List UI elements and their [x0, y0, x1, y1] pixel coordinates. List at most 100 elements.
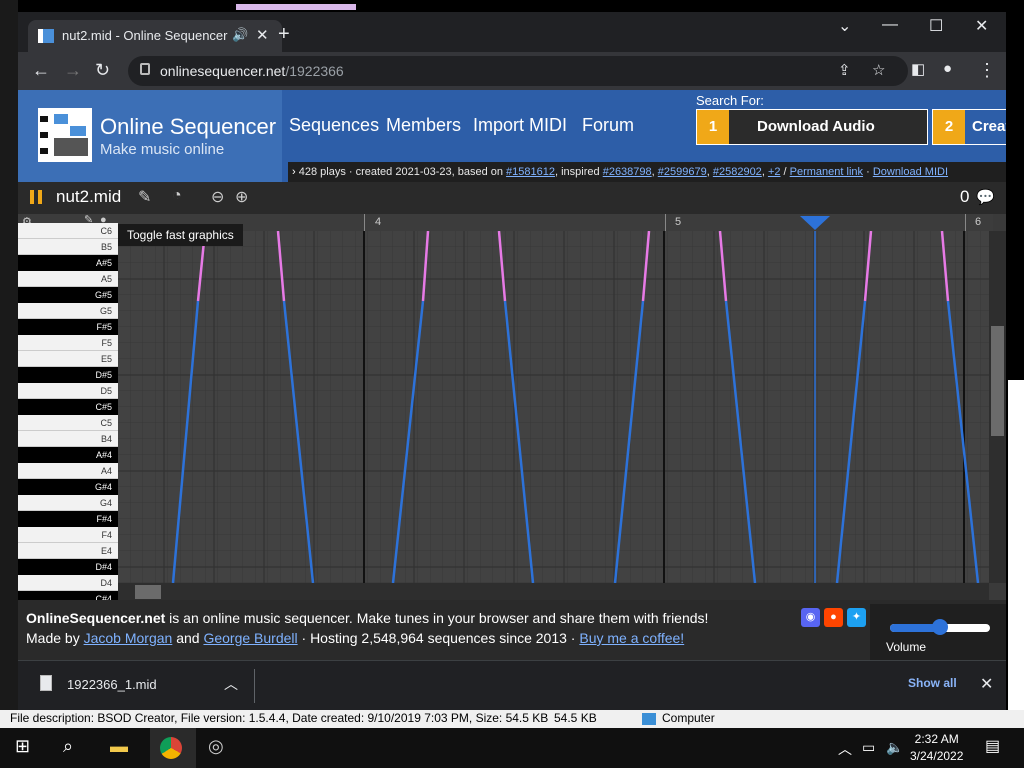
download-filename[interactable]: 1922366_1.mid	[67, 677, 157, 692]
file-description: File description: BSOD Creator, File ver…	[10, 711, 549, 725]
based-on-link[interactable]: #1581612	[506, 166, 555, 178]
nav-members[interactable]: Members	[386, 115, 461, 136]
piano-key[interactable]: G5	[18, 303, 118, 319]
inspired-link-3[interactable]: #2582902	[713, 166, 762, 178]
nav-import-midi[interactable]: Import MIDI	[473, 115, 567, 136]
side-panel-icon[interactable]: ◧	[911, 60, 925, 78]
vertical-scrollbar[interactable]	[989, 231, 1006, 583]
notes-canvas	[118, 231, 989, 583]
zoom-in-icon[interactable]: ⊕	[235, 187, 248, 207]
bookmark-star-icon[interactable]: ☆	[872, 61, 885, 79]
network-icon[interactable]: ▭	[862, 739, 875, 756]
piano-key[interactable]: C6	[18, 223, 118, 239]
zoom-out-icon[interactable]: ⊖	[211, 187, 224, 207]
close-shelf-icon[interactable]: ✕	[980, 674, 993, 694]
twitter-icon[interactable]: ✦	[847, 608, 866, 627]
piano-key[interactable]: B5	[18, 239, 118, 255]
computer-icon	[642, 713, 656, 725]
piano-key[interactable]: D4	[18, 575, 118, 591]
maximize-button[interactable]: ☐	[929, 16, 943, 36]
forward-button[interactable]: →	[64, 60, 82, 81]
piano-key[interactable]: D#5	[18, 367, 118, 383]
search-icon[interactable]: ⌕	[63, 736, 73, 757]
menu-icon[interactable]: ⋮	[978, 60, 996, 81]
download-midi-link[interactable]: Download MIDI	[873, 166, 948, 178]
piano-key[interactable]: F#5	[18, 319, 118, 335]
comments-icon[interactable]: 💬	[976, 188, 995, 206]
download-audio-button[interactable]: 1 Download Audio	[696, 109, 928, 145]
midi-file-icon	[40, 675, 52, 691]
piano-key[interactable]: G#4	[18, 479, 118, 495]
edit-icon[interactable]: ✎	[138, 187, 151, 207]
share-icon[interactable]: ⇪	[838, 61, 851, 79]
clock[interactable]: 2:32 AM 3/24/2022	[910, 731, 963, 765]
inspired-link-1[interactable]: #2638798	[603, 166, 652, 178]
new-tab-button[interactable]: +	[278, 23, 290, 46]
inspired-link-2[interactable]: #2599679	[658, 166, 707, 178]
permanent-link[interactable]: Permanent link	[790, 166, 863, 178]
logo-area[interactable]: Online Sequencer Make music online	[18, 90, 282, 182]
piano-key[interactable]: D5	[18, 383, 118, 399]
browser-tab[interactable]: nut2.mid - Online Sequencer 🔊 ✕	[28, 20, 282, 52]
url-text[interactable]: onlinesequencer.net/1922366	[160, 63, 344, 79]
chevron-up-icon[interactable]: ︿	[224, 674, 238, 694]
speaker-tray-icon[interactable]: 🔈	[886, 739, 903, 756]
site-brand: Online Sequencer	[100, 114, 277, 139]
file-explorer-icon[interactable]: ▬	[110, 736, 128, 757]
profile-icon[interactable]: ●	[943, 60, 952, 77]
speaker-icon[interactable]: 🔊	[232, 27, 248, 43]
notifications-icon[interactable]: ▤	[985, 736, 1000, 756]
reddit-icon[interactable]: ●	[824, 608, 843, 627]
volume-slider-knob[interactable]	[932, 619, 948, 635]
tab-search-icon[interactable]: ⌄	[838, 16, 851, 36]
tray-chevron-icon[interactable]: ︿	[838, 739, 852, 759]
show-all-button[interactable]: Show all	[908, 676, 957, 690]
close-tab-icon[interactable]: ✕	[256, 26, 269, 44]
webpage: Online Sequencer Make music online Seque…	[18, 90, 1006, 660]
piano-key[interactable]: A#4	[18, 447, 118, 463]
volume-control: Volume	[870, 604, 1006, 660]
piano-key[interactable]: D#4	[18, 559, 118, 575]
start-windows-icon[interactable]: ⊞	[15, 736, 30, 757]
piano-key[interactable]: G4	[18, 495, 118, 511]
create-button[interactable]: 2 Creat	[932, 109, 1006, 145]
piano-key[interactable]: A4	[18, 463, 118, 479]
piano-key[interactable]: F4	[18, 527, 118, 543]
desktop-left-edge	[0, 0, 18, 728]
close-window-button[interactable]: ✕	[975, 16, 988, 36]
note-grid[interactable]	[118, 231, 989, 583]
piano-key[interactable]: B4	[18, 431, 118, 447]
sequence-info: › 428 plays · created 2021-03-23, based …	[288, 162, 1006, 182]
piano-key[interactable]: C#5	[18, 399, 118, 415]
explorer-status-bar: File description: BSOD Creator, File ver…	[0, 710, 1024, 728]
chrome-icon[interactable]	[160, 737, 182, 759]
piano-key[interactable]: E4	[18, 543, 118, 559]
logo-icon	[38, 108, 92, 162]
piano-keys[interactable]: C6 B5 A#5 A5 G#5 G5 F#5 F5 E5 D#5 D5 C#5 C5 B4 A#4 A4 G#…	[18, 223, 118, 607]
disc-app-icon[interactable]: ◎	[208, 736, 224, 757]
discord-icon[interactable]: ◉	[801, 608, 820, 627]
lock-icon[interactable]	[140, 63, 150, 75]
address-bar[interactable]: onlinesequencer.net/1922366 ⇪ ☆	[128, 56, 908, 86]
piano-key[interactable]: A#5	[18, 255, 118, 271]
piano-key[interactable]: C5	[18, 415, 118, 431]
author-link-1[interactable]: Jacob Morgan	[84, 630, 173, 646]
author-link-2[interactable]: George Burdell	[203, 630, 297, 646]
pause-icon[interactable]	[30, 190, 42, 204]
playhead-marker[interactable]	[800, 216, 830, 230]
back-button[interactable]: ←	[32, 60, 50, 81]
minimize-button[interactable]: —	[882, 16, 898, 34]
speedometer-icon[interactable]: ◔	[172, 187, 182, 205]
piano-key[interactable]: A5	[18, 271, 118, 287]
horizontal-scrollbar[interactable]	[118, 583, 989, 600]
piano-key[interactable]: E5	[18, 351, 118, 367]
nav-sequences[interactable]: Sequences	[289, 115, 379, 136]
piano-key[interactable]: G#5	[18, 287, 118, 303]
reload-button[interactable]: ↻	[95, 60, 110, 81]
piano-key[interactable]: F#4	[18, 511, 118, 527]
inspired-more-link[interactable]: +2	[768, 166, 781, 178]
sequence-title: nut2.mid	[56, 187, 122, 206]
nav-forum[interactable]: Forum	[582, 115, 634, 136]
coffee-link[interactable]: Buy me a coffee!	[579, 630, 684, 646]
piano-key[interactable]: F5	[18, 335, 118, 351]
